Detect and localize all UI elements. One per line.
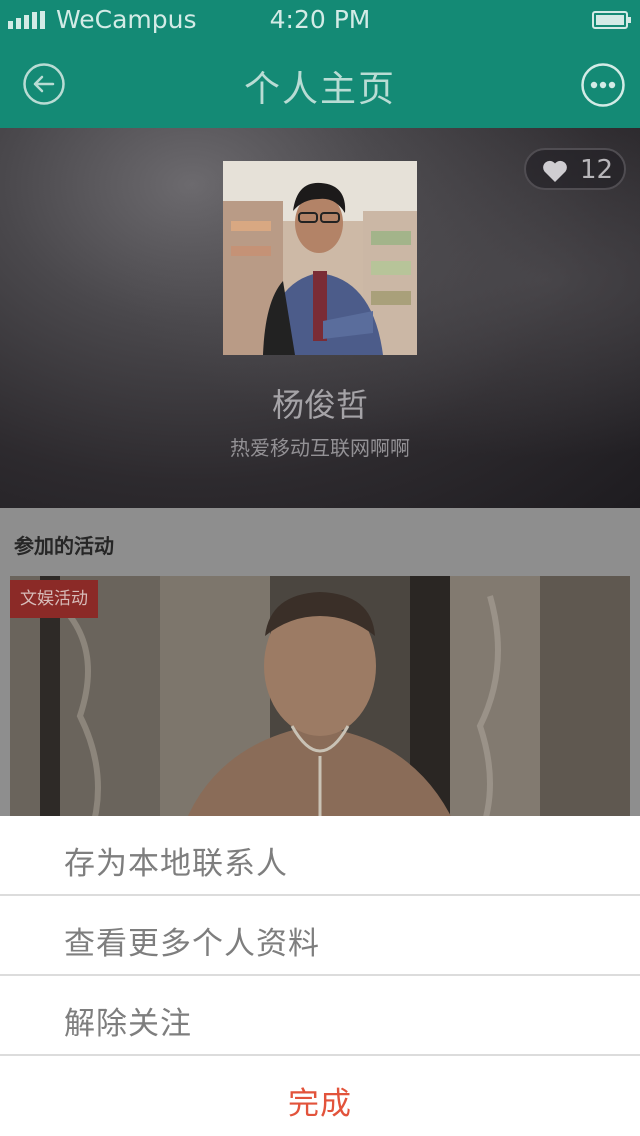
user-name: 杨俊哲	[271, 386, 368, 424]
avatar[interactable]	[223, 161, 417, 355]
unfollow-option[interactable]: 解除关注	[0, 976, 640, 1056]
save-as-contact-label: 存为本地联系人	[64, 846, 288, 882]
heart-icon	[543, 160, 567, 182]
user-bio: 热爱移动互联网啊啊	[230, 436, 410, 460]
action-sheet: 存为本地联系人 查看更多个人资料 解除关注 完成	[0, 816, 640, 1136]
activities-section-title: 参加的活动	[14, 534, 114, 558]
activity-cover-image	[10, 576, 630, 836]
done-button[interactable]: 完成	[0, 1056, 640, 1136]
profile-header: 12 杨俊哲 热爱移动互联网啊啊	[0, 128, 640, 508]
avatar-photo	[223, 161, 417, 355]
status-time: 4:20 PM	[269, 5, 371, 34]
battery-icon	[592, 11, 631, 29]
view-more-profile-option[interactable]: 查看更多个人资料	[0, 896, 640, 976]
status-bar: WeCampus 4:20 PM	[0, 0, 640, 40]
activity-category-tag: 文娱活动	[10, 580, 98, 618]
like-count: 12	[580, 155, 614, 185]
like-button[interactable]: 12	[524, 148, 626, 190]
more-dots-icon[interactable]	[580, 62, 626, 108]
unfollow-label: 解除关注	[64, 1006, 192, 1042]
done-label: 完成	[288, 1086, 352, 1122]
navigation-bar: 个人主页	[0, 40, 640, 128]
save-as-contact-option[interactable]: 存为本地联系人	[0, 816, 640, 896]
page-title: 个人主页	[243, 69, 396, 110]
activity-card[interactable]: 文娱活动	[10, 576, 630, 836]
view-more-profile-label: 查看更多个人资料	[64, 926, 320, 962]
